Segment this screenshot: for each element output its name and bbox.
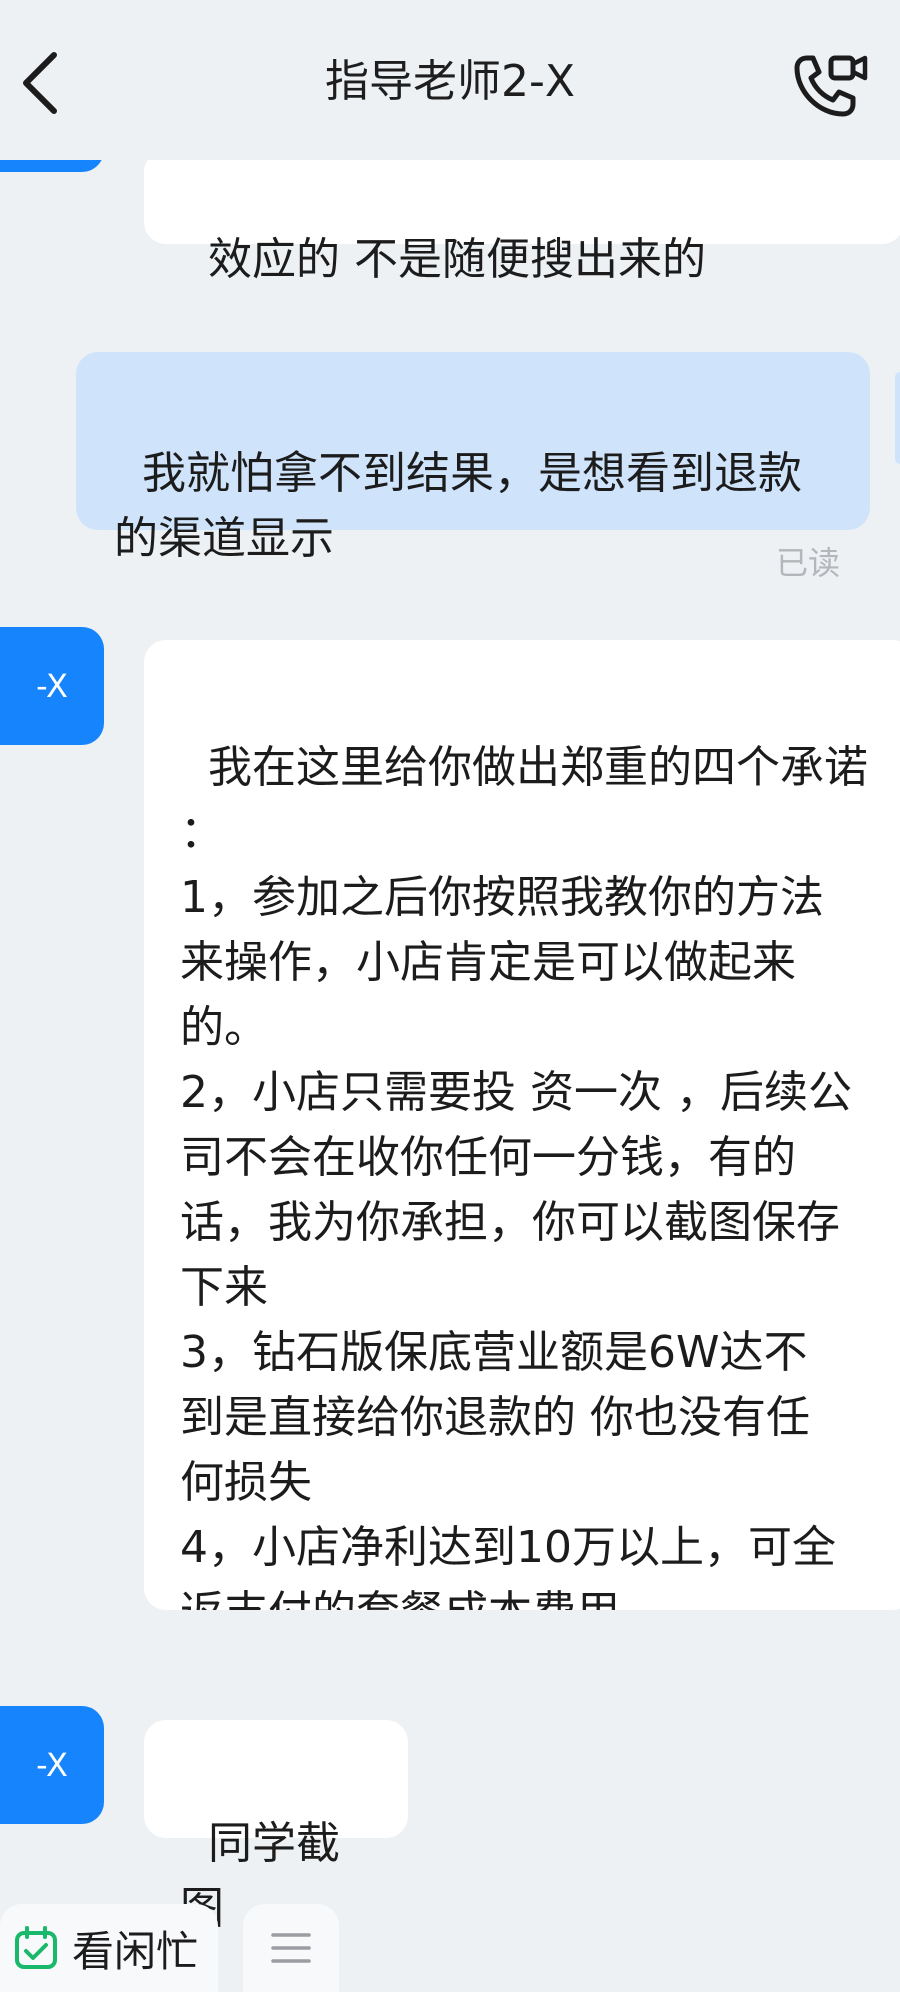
check-availability-label: 看闲忙 xyxy=(72,1926,199,1976)
chat-header: 指导老师2-X xyxy=(0,0,900,160)
read-status: 已读 xyxy=(776,544,841,582)
phone-video-call-icon xyxy=(794,55,868,117)
avatar-label: -X xyxy=(36,1746,68,1784)
incoming-message: 同学截图 xyxy=(144,1720,408,1934)
chat-title: 指导老师2-X xyxy=(324,56,575,107)
outgoing-message: 我就怕拿不到结果，是想看到退款 的渠道显示 xyxy=(76,352,870,564)
incoming-message: 效应的 不是随便搜出来的 xyxy=(144,150,900,285)
avatar[interactable]: -X xyxy=(0,1706,104,1824)
message-text: 我在这里给你做出郑重的四个承诺 ： 1，参加之后你按照我教你的方法 来操作，小店… xyxy=(180,742,868,1610)
avatar-label: -X xyxy=(36,667,68,705)
message-text: 我就怕拿不到结果，是想看到退款 的渠道显示 xyxy=(114,448,802,564)
incoming-message: 我在这里给你做出郑重的四个承诺 ： 1，参加之后你按照我教你的方法 来操作，小店… xyxy=(144,640,900,1610)
calendar-check-icon xyxy=(15,1926,57,1969)
avatar[interactable]: -X xyxy=(0,627,104,745)
menu-button[interactable] xyxy=(243,1904,339,1992)
check-availability-button[interactable]: 看闲忙 xyxy=(0,1904,218,1992)
menu-lines-icon xyxy=(271,1933,311,1963)
message-text: 效应的 不是随便搜出来的 xyxy=(207,234,706,285)
call-button[interactable] xyxy=(788,47,874,123)
edge-bubble-fragment xyxy=(895,372,900,464)
